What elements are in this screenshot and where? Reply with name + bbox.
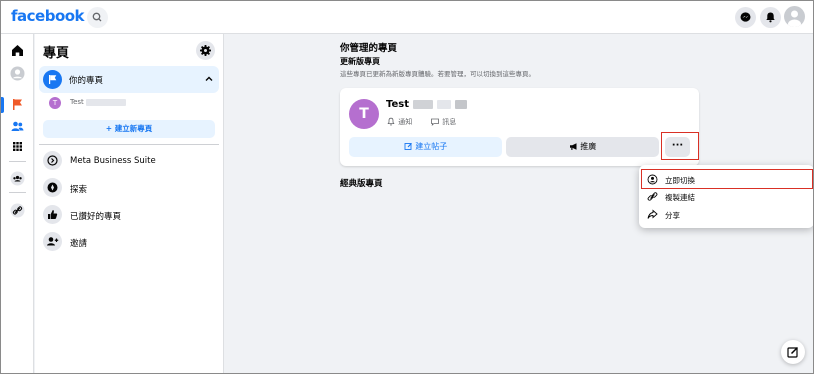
groups-icon[interactable]	[9, 170, 26, 187]
sidebar-item-invites[interactable]: 邀請	[39, 229, 219, 255]
menu-item-copy-link[interactable]: 複製連結	[639, 188, 813, 206]
notifications-label: 通知	[398, 118, 413, 126]
meta-business-suite-icon	[43, 151, 62, 170]
friends-icon[interactable]	[9, 118, 26, 135]
sidebar-item-discover[interactable]: 探索	[39, 175, 219, 201]
menu-item-label: 複製連結	[665, 193, 695, 202]
chevron-up-icon[interactable]	[203, 73, 215, 87]
apps-grid-icon[interactable]	[9, 138, 26, 155]
promote-button[interactable]: 推廣	[506, 137, 659, 157]
bell-icon	[387, 117, 395, 126]
sidebar-item-label: 已讚好的專頁	[70, 212, 122, 222]
profile-icon[interactable]	[9, 65, 26, 82]
sidebar-title: 專頁	[43, 46, 70, 61]
page-name: Test	[70, 98, 84, 106]
account-avatar[interactable]	[784, 6, 805, 27]
rail-divider	[9, 161, 26, 162]
messages-link[interactable]: 訊息	[430, 117, 456, 127]
create-post-label: 建立帖子	[415, 142, 448, 151]
link-icon[interactable]	[9, 202, 26, 219]
link-icon	[647, 191, 658, 204]
page-avatar[interactable]: T	[349, 99, 379, 129]
create-page-button[interactable]: + 建立新專頁	[43, 120, 215, 138]
top-bar: facebook	[1, 1, 813, 34]
messages-label: 訊息	[442, 118, 457, 126]
your-pages-item[interactable]: 你的專頁	[39, 66, 219, 93]
liked-pages-icon	[43, 205, 62, 224]
flag-icon	[43, 70, 62, 89]
redacted-text	[454, 99, 467, 109]
redacted-text	[436, 99, 451, 109]
nav-rail	[1, 34, 34, 373]
sidebar-item-meta-business-suite[interactable]: Meta Business Suite	[39, 148, 219, 174]
chat-icon	[431, 118, 439, 127]
sidebar-item-label: 邀請	[70, 239, 88, 249]
page-title: 你管理的專頁	[340, 43, 398, 54]
messenger-icon[interactable]	[735, 7, 756, 28]
rail-divider	[9, 192, 26, 193]
invites-icon	[43, 232, 62, 251]
section-title-updated: 更新版專頁	[340, 57, 380, 66]
your-pages-label: 你的專頁	[69, 76, 104, 86]
managed-page-card: T Test 通知 訊息 建立帖子 推廣 ···	[340, 88, 699, 166]
discover-icon	[43, 178, 62, 197]
page-avatar: T	[49, 97, 61, 109]
sidebar-item-label: Meta Business Suite	[70, 156, 156, 166]
create-post-button[interactable]: 建立帖子	[349, 137, 502, 157]
highlight-box-switch	[641, 169, 813, 189]
page-name[interactable]: Test	[386, 99, 409, 110]
menu-item-label: 分享	[665, 211, 680, 220]
menu-item-share[interactable]: 分享	[639, 206, 813, 224]
section-title-classic: 經典版專頁	[340, 179, 383, 189]
sidebar-item-liked-pages[interactable]: 已讚好的專頁	[39, 202, 219, 228]
screenshot-frame: facebook 專頁 你的專頁 T Test + 建立新專頁 Meta Bus…	[0, 0, 814, 374]
section-description: 這些專頁已更新為新版專頁體驗。若要管理，可以切換到這些專頁。	[340, 70, 535, 78]
sidebar-item-label: 探索	[70, 185, 88, 195]
redacted-text	[412, 99, 433, 109]
facebook-logo[interactable]: facebook	[11, 7, 85, 25]
promote-label: 推廣	[580, 142, 597, 151]
redacted-text	[86, 98, 127, 106]
edit-icon	[404, 142, 412, 150]
active-indicator	[1, 97, 4, 113]
highlight-box-more	[661, 132, 699, 160]
compose-edit-icon[interactable]	[781, 340, 805, 364]
notifications-link[interactable]: 通知	[386, 117, 412, 127]
megaphone-icon	[569, 143, 577, 150]
home-icon[interactable]	[9, 42, 26, 59]
search-icon[interactable]	[87, 7, 108, 28]
share-icon	[647, 209, 658, 222]
sidebar-divider	[39, 144, 219, 145]
pages-sidebar: 專頁 你的專頁 T Test + 建立新專頁 Meta Business Sui…	[35, 34, 224, 373]
notifications-icon[interactable]	[760, 7, 781, 28]
pages-flag-icon[interactable]	[9, 96, 26, 113]
gear-icon[interactable]	[196, 41, 215, 60]
